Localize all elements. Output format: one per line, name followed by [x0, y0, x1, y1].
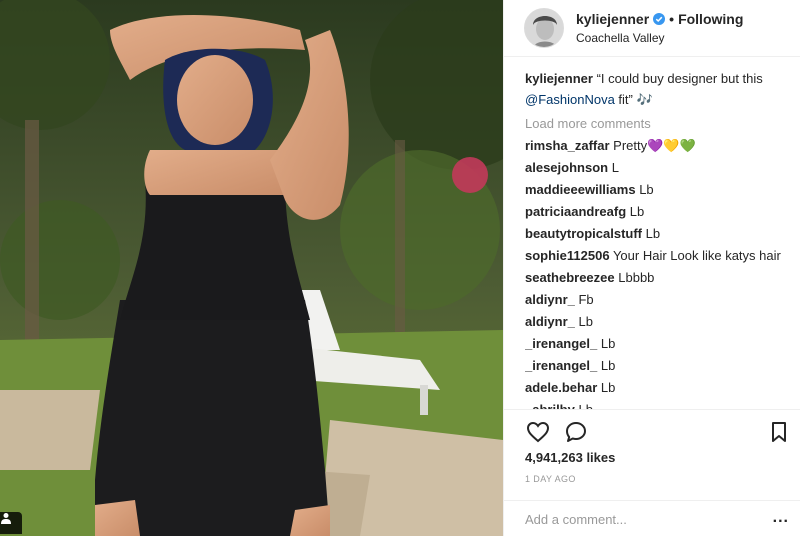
likes-count[interactable]: 4,941,263 likes: [525, 450, 615, 465]
more-options-button[interactable]: ...: [773, 509, 789, 527]
comment-text: Lb: [578, 314, 593, 329]
comment-text: Lb: [600, 358, 616, 373]
comment-username[interactable]: aldiynr_: [525, 292, 575, 307]
comment-username[interactable]: _irenangel_: [525, 358, 597, 373]
comments-list[interactable]: kyliejenner “I could buy designer but th…: [525, 68, 795, 410]
comment-row: _irenangel_ Lb: [525, 355, 795, 377]
comment-row: maddieeewilliams Lb: [525, 179, 795, 201]
comment-username[interactable]: aldiynr_: [525, 314, 575, 329]
comment-text: Pretty💜💛💚: [613, 138, 696, 153]
comment-row: seathebreezee Lbbbb: [525, 267, 795, 289]
comment-text: Lb: [629, 204, 645, 219]
post-container: kyliejenner • Following Coachella Valley…: [0, 0, 800, 536]
comment-row: sophie112506 Your Hair Look like katys h…: [525, 245, 795, 267]
caption-text-before: “I could buy designer but this: [596, 71, 763, 86]
heart-icon[interactable]: [526, 420, 550, 444]
comment-row: adele.behar Lb: [525, 377, 795, 399]
comment-row: alesejohnson L: [525, 157, 795, 179]
caption-mention[interactable]: @FashionNova: [525, 92, 615, 107]
following-button[interactable]: Following: [678, 11, 743, 27]
caption-text-after: fit” 🎶: [618, 92, 653, 107]
comment-row: beautytropicalstuff Lb: [525, 223, 795, 245]
comment-username[interactable]: alesejohnson: [525, 160, 608, 175]
photo-illustration: [0, 0, 503, 536]
caption-username[interactable]: kyliejenner: [525, 71, 593, 86]
comment-text: Lbbbb: [618, 270, 655, 285]
comment-icon[interactable]: [564, 420, 588, 444]
comment-row: patriciaandreafg Lb: [525, 201, 795, 223]
load-more-comments-button[interactable]: Load more comments: [525, 113, 795, 135]
header-separator: •: [669, 11, 675, 27]
verified-badge-icon: [653, 13, 666, 25]
comment-row: aldiynr_ Fb: [525, 289, 795, 311]
post-header: kyliejenner • Following Coachella Valley: [504, 0, 800, 57]
comment-row: rimsha_zaffar Pretty💜💛💚: [525, 135, 795, 157]
comment-text: Lb: [600, 336, 616, 351]
location-link[interactable]: Coachella Valley: [576, 31, 743, 45]
person-icon: [1, 513, 11, 524]
post-timestamp[interactable]: 1 DAY AGO: [525, 474, 576, 484]
avatar[interactable]: [524, 8, 564, 48]
comment-row: _irenangel_ Lb: [525, 333, 795, 355]
comment-text: Your Hair Look like katys hair: [612, 248, 781, 263]
post-side-panel: kyliejenner • Following Coachella Valley…: [503, 0, 800, 536]
tagged-user-badge[interactable]: [0, 512, 22, 534]
add-comment-bar: Add a comment... ...: [504, 500, 800, 538]
comment-text: Lb: [639, 182, 654, 197]
comment-username[interactable]: patriciaandreafg: [525, 204, 626, 219]
add-comment-input[interactable]: Add a comment...: [525, 512, 627, 527]
post-caption: kyliejenner “I could buy designer but th…: [525, 68, 795, 110]
comment-text: L: [611, 160, 619, 175]
bookmark-icon[interactable]: [767, 420, 791, 444]
comment-username[interactable]: seathebreezee: [525, 270, 615, 285]
comment-username[interactable]: rimsha_zaffar: [525, 138, 610, 153]
avatar-image: [525, 9, 563, 47]
comment-username[interactable]: _irenangel_: [525, 336, 597, 351]
comment-text: Lb: [600, 380, 616, 395]
comment-text: Fb: [578, 292, 594, 307]
comment-username[interactable]: sophie112506: [525, 248, 610, 263]
post-photo[interactable]: [0, 0, 503, 536]
post-actions: 4,941,263 likes 1 DAY AGO Add a comment.…: [504, 409, 800, 527]
header-username[interactable]: kyliejenner: [576, 11, 649, 27]
comment-username[interactable]: adele.behar: [525, 380, 597, 395]
comment-username[interactable]: beautytropicalstuff: [525, 226, 642, 241]
comment-username[interactable]: maddieeewilliams: [525, 182, 636, 197]
comment-row: aldiynr_ Lb: [525, 311, 795, 333]
comment-text: Lb: [645, 226, 661, 241]
